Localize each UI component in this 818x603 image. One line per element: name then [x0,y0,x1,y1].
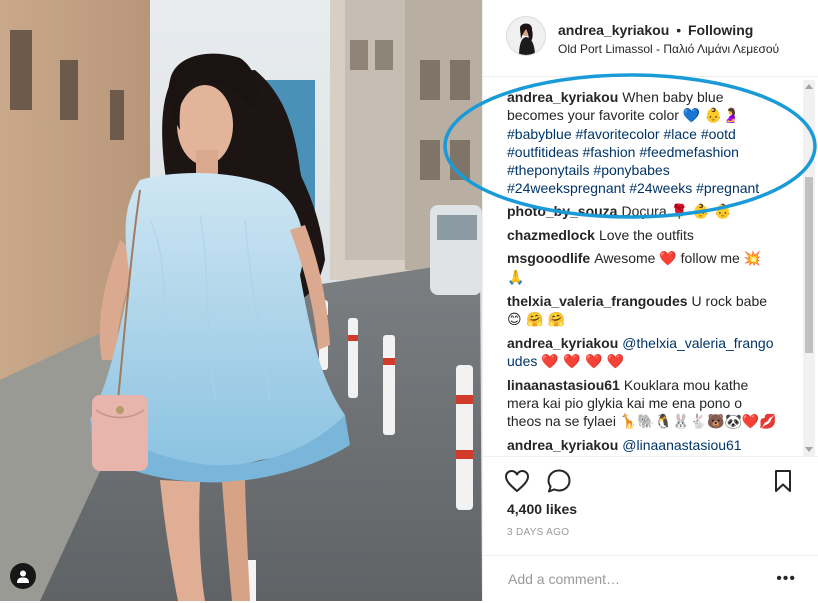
comment-button[interactable] [545,467,573,495]
comment-emojis: 😊 🤗 🤗 [507,312,566,328]
hashtag[interactable]: #outfitideas [507,144,579,160]
person-icon [17,570,29,583]
comment-username[interactable]: thelxia_valeria_frangoudes [507,293,688,309]
photo-scene [0,0,482,601]
header-line: andrea_kyriakou • Following [558,22,753,38]
speech-bubble-icon [547,469,571,493]
more-options-button[interactable]: ••• [776,570,796,588]
comment-text: follow me [680,250,740,266]
caption: andrea_kyriakou When baby blue becomes yo… [507,88,779,197]
comment-text: Doçura [621,203,667,219]
comment-item: chazmedlock Love the outfits [507,226,779,244]
post-photo[interactable] [0,0,482,601]
follow-status-button[interactable]: Following [688,22,753,38]
comment-item: thelxia_valeria_frangoudes U rock babe 😊 … [507,292,779,329]
comment-username[interactable]: andrea_kyriakou [507,437,618,453]
comment-emojis: ❤️ ❤️ ❤️ ❤️ [541,354,625,370]
comment-emoji: ❤️ [659,251,677,267]
comment-emojis: 🦒🐘🐧🐰🐇🐻🐼❤️💋 [619,414,777,430]
comment-item: andrea_kyriakou @thelxia_valeria_frangoud… [507,334,779,371]
caption-emojis: 💙 👶🤰 [682,108,740,124]
comment-item: photo_by_souza Doçura 🌹 👶 👶 [507,202,779,221]
post-details-panel: andrea_kyriakou • Following Old Port Lim… [482,0,818,601]
hashtag[interactable]: #lace [663,126,696,142]
comment-username[interactable]: msgooodlife [507,250,590,266]
hashtag[interactable]: #fashion [583,144,636,160]
save-button[interactable] [769,467,797,495]
user-tag-button[interactable] [10,563,36,589]
comments-scrollbar[interactable] [803,80,815,456]
separator-dot: • [676,22,682,38]
hashtag[interactable]: #24weeks [629,180,692,196]
comment-text: Awesome [594,250,656,266]
comment-username[interactable]: photo_by_souza [507,203,617,219]
avatar[interactable] [506,16,546,56]
location-link[interactable]: Old Port Limassol - Παλιό Λιμάνι Λεμεσού [558,42,779,56]
scroll-down-arrow-icon[interactable] [805,447,813,452]
author-username[interactable]: andrea_kyriakou [558,22,669,38]
hashtag[interactable]: #ponybabes [593,162,669,178]
avatar-image [507,17,545,55]
add-comment-section: ••• [483,555,818,603]
hashtag[interactable]: #pregnant [696,180,759,196]
comment-emojis: 🌹 👶 👶 [670,204,732,220]
mention-link[interactable]: @linaanastasiou61 [622,437,741,453]
add-comment-input[interactable] [506,570,770,588]
post-timestamp[interactable]: 3 DAYS AGO [507,527,569,538]
hashtag[interactable]: #feedmefashion [639,144,739,160]
comment-item: andrea_kyriakou @linaanastasiou61 [507,436,779,454]
likes-count[interactable]: 4,400 likes [507,501,577,517]
comment-username[interactable]: linaanastasiou61 [507,377,620,393]
caption-username[interactable]: andrea_kyriakou [507,89,618,105]
scroll-thumb[interactable] [805,177,813,353]
hashtag[interactable]: #24weekspregnant [507,180,625,196]
comment-item: msgooodlife Awesome ❤️ follow me 💥 🙏 [507,249,779,287]
comment-item: linaanastasiou61 Kouklara mou kathe mera … [507,376,779,431]
comment-username[interactable]: chazmedlock [507,227,595,243]
comment-username[interactable]: andrea_kyriakou [507,335,618,351]
comment-list[interactable]: andrea_kyriakou When baby blue becomes yo… [507,88,779,456]
comment-text: U rock babe [691,293,768,309]
post-actions: 4,400 likes 3 DAYS AGO ••• [483,456,818,602]
comment-text: Love the outfits [598,227,694,243]
hashtag[interactable]: #theponytails [507,162,590,178]
heart-outline-icon [505,470,529,492]
bookmark-icon [775,470,791,492]
hashtag[interactable]: #babyblue [507,126,572,142]
scroll-up-arrow-icon[interactable] [805,84,813,89]
hashtag[interactable]: #favoritecolor [576,126,660,142]
post-header: andrea_kyriakou • Following Old Port Lim… [483,0,818,77]
hashtag[interactable]: #ootd [701,126,736,142]
like-button[interactable] [503,467,531,495]
